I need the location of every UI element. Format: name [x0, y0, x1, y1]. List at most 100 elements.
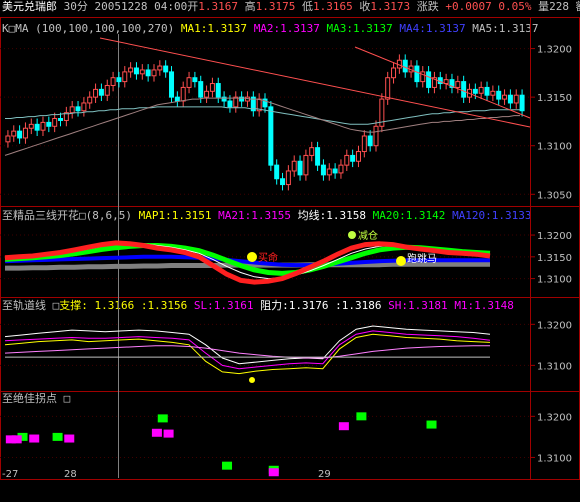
candle-body — [426, 71, 432, 88]
candle-body — [11, 130, 17, 137]
candle-body — [268, 106, 274, 166]
candle-body — [280, 178, 286, 186]
candle-body — [338, 164, 344, 174]
candle-body — [391, 67, 397, 79]
candle-body — [28, 123, 34, 129]
y-tick-label: 1.3200 — [537, 45, 572, 56]
candle-body — [98, 88, 104, 96]
candle-body — [361, 135, 367, 153]
candle-body — [58, 118, 64, 121]
candle-body — [93, 88, 99, 98]
candle-body — [52, 118, 58, 127]
candle-body — [285, 170, 291, 186]
candle-body — [204, 90, 210, 98]
buy-marker — [247, 252, 257, 262]
chart-window: 美元兑瑞郎 30分 20051228 04:00开1.3167 高1.3175 … — [0, 0, 580, 502]
turning-point-magenta — [163, 429, 174, 438]
candle-body — [133, 67, 139, 75]
candle-body — [151, 69, 157, 77]
turning-point-magenta — [151, 428, 162, 437]
candle-body — [309, 147, 315, 156]
jump-marker — [396, 256, 406, 266]
candle-body — [291, 160, 297, 172]
candle-body — [128, 67, 134, 73]
candle-body — [455, 81, 461, 88]
candle-body — [104, 84, 110, 96]
candle-body — [507, 94, 513, 104]
candle-body — [513, 94, 519, 104]
candle-body — [233, 96, 239, 108]
turning-point-green — [157, 414, 168, 423]
x-tick-label: -27 — [2, 469, 18, 480]
channel-marker — [249, 377, 255, 383]
candle-body — [198, 81, 204, 98]
candle-body — [414, 65, 420, 83]
candle-body — [332, 168, 338, 174]
candle-body — [355, 151, 361, 162]
candle-body — [227, 100, 233, 108]
x-tick-label: 28 — [64, 469, 77, 480]
y-tick-label: 1.3100 — [537, 361, 572, 372]
candle-body — [315, 147, 321, 166]
turning-point-magenta — [29, 434, 40, 443]
candle-body — [297, 160, 303, 176]
turning-point-green — [222, 461, 233, 470]
y-tick-label: 1.3150 — [537, 253, 572, 264]
turning-point-magenta — [338, 422, 349, 431]
candle-body — [192, 77, 198, 83]
candle-body — [490, 90, 496, 96]
candle-body — [478, 86, 484, 94]
candle-body — [139, 69, 145, 75]
y-tick-label: 1.3200 — [537, 412, 572, 423]
candle-body — [81, 102, 87, 112]
candle-body — [163, 65, 169, 73]
candle-body — [110, 77, 116, 86]
y-tick-label: 1.3100 — [537, 453, 572, 464]
candle-body — [69, 106, 75, 114]
candle-body — [75, 106, 81, 112]
y-tick-label: 1.3150 — [537, 93, 572, 104]
turning-point-magenta — [11, 435, 22, 444]
candle-body — [303, 154, 309, 176]
x-tick-label: 29 — [318, 469, 331, 480]
y-tick-label: 1.3050 — [537, 190, 572, 201]
candle-body — [122, 71, 128, 83]
candle-body — [461, 81, 467, 98]
candle-body — [169, 71, 175, 98]
turning-point-magenta — [268, 468, 279, 477]
candle-body — [116, 77, 122, 83]
series-M1 — [4, 345, 490, 359]
candle-body — [40, 121, 46, 131]
candle-body — [5, 135, 11, 143]
y-tick-label: 1.3200 — [537, 231, 572, 242]
jump-annotation: 跑跳马 — [407, 252, 437, 265]
candle-body — [157, 65, 163, 71]
candle-body — [215, 83, 221, 98]
candle-body — [420, 71, 426, 83]
reduce-annotation: 减仓 — [358, 229, 378, 242]
turning-point-green — [426, 420, 437, 429]
candle-body — [46, 121, 52, 127]
candle-body — [496, 90, 502, 100]
candle-body — [209, 83, 215, 92]
candle-body — [385, 77, 391, 100]
candle-body — [344, 154, 350, 166]
y-tick-label: 1.3100 — [537, 142, 572, 153]
candle-body — [87, 96, 93, 104]
candle-body — [17, 130, 23, 139]
candle-body — [484, 86, 490, 96]
turning-point-green — [356, 412, 367, 421]
candle-body — [34, 123, 40, 131]
buy-annotation: 买命 — [258, 251, 278, 264]
candle-body — [472, 88, 478, 94]
candle-body — [174, 96, 180, 102]
turning-point-magenta — [64, 434, 75, 443]
candle-body — [402, 59, 408, 73]
chart-canvas: 1.3200 1.3150 1.3100 1.3050 1.3200 1.3150 1.31… — [0, 17, 580, 480]
candle-body — [186, 77, 192, 88]
candle-body — [180, 86, 186, 102]
turning-point-green — [52, 432, 63, 441]
y-tick-label: 1.3100 — [537, 275, 572, 286]
candle-body — [320, 164, 326, 176]
reduce-marker — [348, 231, 356, 239]
